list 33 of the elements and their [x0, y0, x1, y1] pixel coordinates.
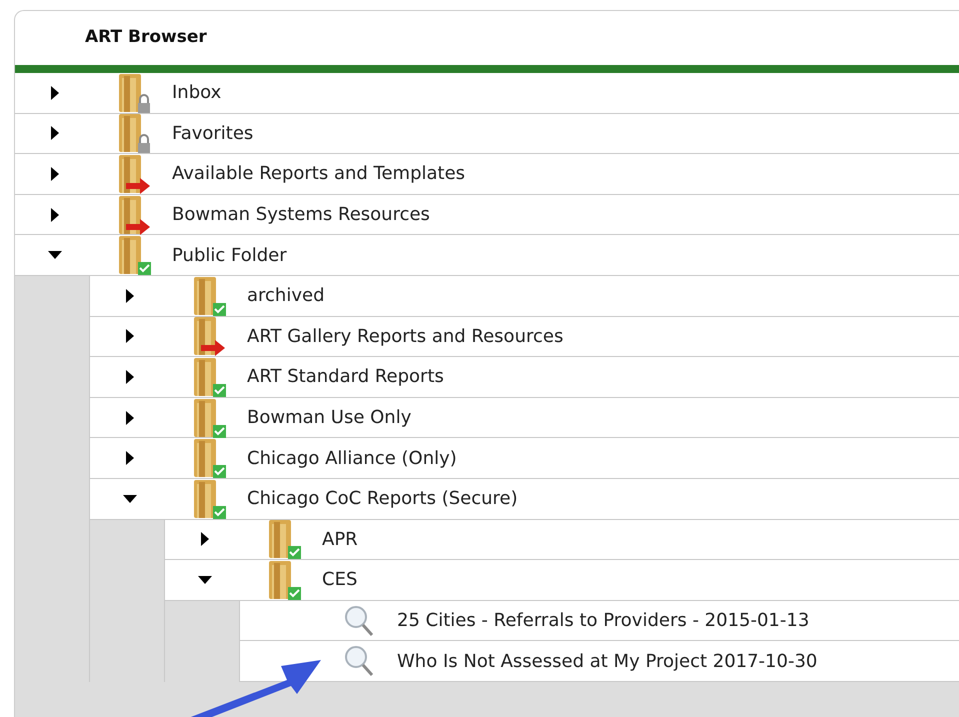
folder-name: Inbox	[172, 81, 222, 106]
folder-row[interactable]: APR	[165, 520, 959, 560]
folder-row[interactable]: Chicago CoC Reports (Secure)	[90, 478, 959, 520]
report-row[interactable]: Who Is Not Assessed at My Project 2017-10-30	[240, 641, 959, 682]
folder-name: Chicago CoC Reports (Secure)	[247, 487, 518, 512]
folder-name: archived	[247, 284, 324, 308]
folder-name: Bowman Systems Resources	[172, 203, 430, 228]
folder-row[interactable]: ART Standard Reports	[90, 357, 959, 398]
folder-name: Chicago Alliance (Only)	[247, 446, 457, 471]
folder-name: CES	[322, 568, 358, 592]
folder-row[interactable]: ART Gallery Reports and Resources	[90, 316, 959, 358]
folder-name: APR	[322, 528, 358, 552]
folder-row[interactable]: CES	[165, 560, 959, 601]
folder-row[interactable]: Bowman Systems Resources	[15, 194, 959, 236]
folder-row[interactable]: Bowman Use Only	[90, 398, 959, 438]
search-icon	[342, 604, 374, 638]
folder-name: Available Reports and Templates	[172, 162, 466, 186]
report-row[interactable]: 25 Cities - Referrals to Providers - 2015-01-13	[240, 600, 959, 642]
folder-name: ART Gallery Reports and Resources	[247, 324, 564, 349]
folder-row[interactable]: Chicago Alliance (Only)	[90, 438, 959, 479]
folder-row[interactable]: Available Reports and Templates	[15, 154, 959, 195]
folder-name: Public Folder	[172, 244, 287, 268]
folder-row[interactable]: Favorites	[15, 114, 959, 154]
folder-name: Bowman Use Only	[247, 406, 412, 430]
folder-name: Favorites	[172, 122, 254, 146]
report-name: 25 Cities - Referrals to Providers - 2015-01-13	[397, 609, 810, 634]
folder-row[interactable]: Public Folder	[15, 235, 959, 276]
search-icon	[342, 644, 374, 678]
folder-row[interactable]: Inbox	[15, 73, 959, 114]
report-name: Who Is Not Assessed at My Project 2017-10-30	[397, 650, 818, 674]
folder-name: ART Standard Reports	[247, 365, 444, 390]
panel-title: ART Browser	[85, 26, 207, 50]
folder-row[interactable]: archived	[90, 276, 959, 317]
